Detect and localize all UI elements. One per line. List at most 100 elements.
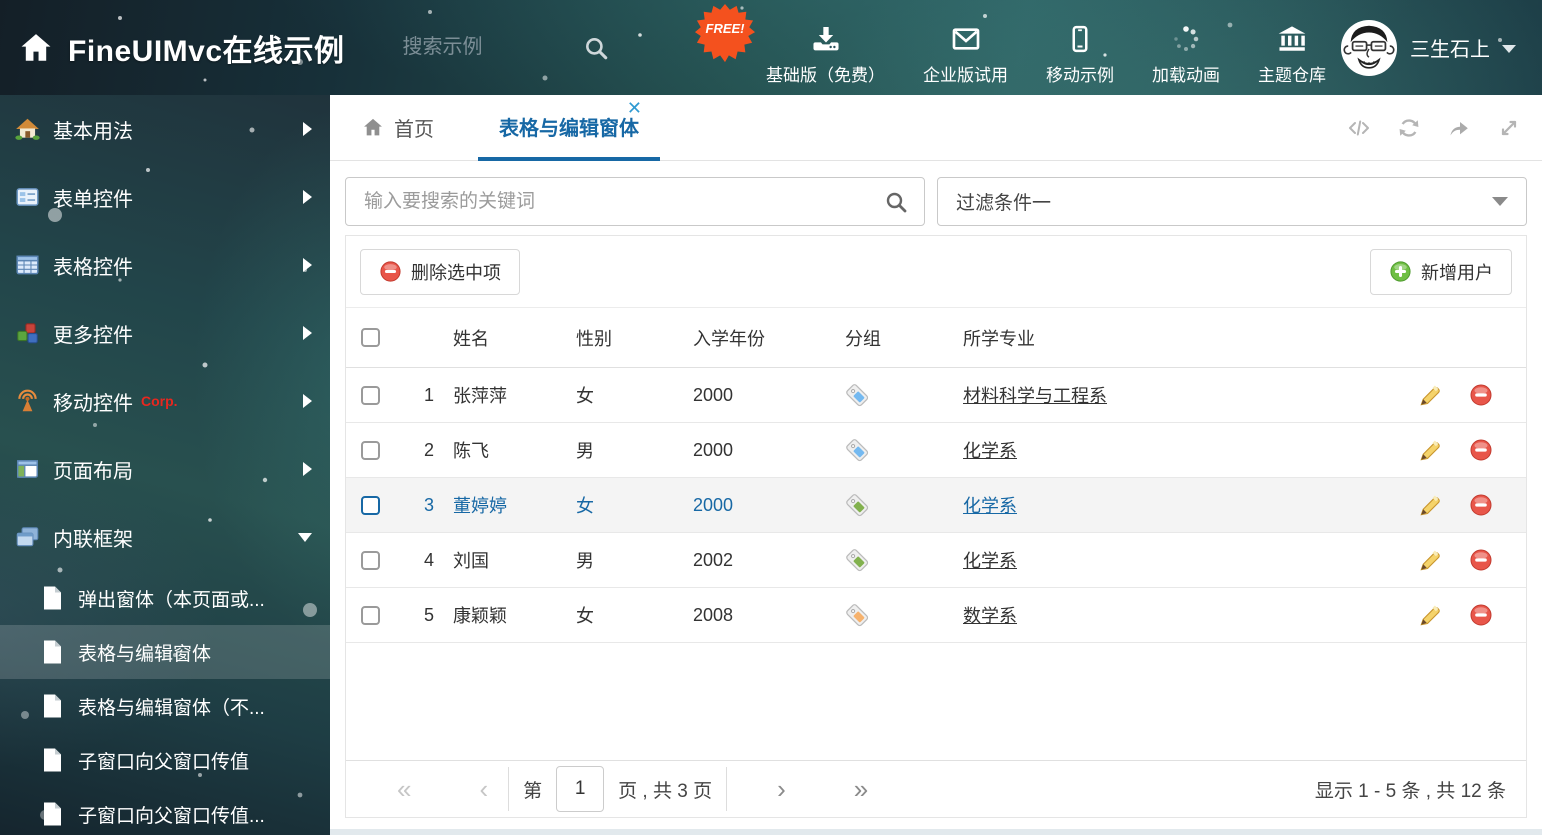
- add-user-button[interactable]: 新增用户: [1370, 248, 1512, 295]
- next-page-button[interactable]: ›: [771, 776, 792, 802]
- table-row[interactable]: 2 陈飞 男 2000 化学系: [346, 423, 1526, 478]
- row-checkbox[interactable]: [361, 605, 380, 625]
- select-all-checkbox[interactable]: [361, 328, 380, 347]
- edit-icon[interactable]: [1418, 493, 1443, 518]
- prev-page-button[interactable]: ‹: [473, 776, 494, 802]
- search-icon[interactable]: [583, 35, 609, 61]
- user-menu[interactable]: 三生石上: [1340, 19, 1542, 77]
- main-content: 首页 表格与编辑窗体 ✕ 输入要搜索的关键词 过滤条件一 删除选中项 新增用户 …: [330, 95, 1542, 835]
- mobile-icon: [1072, 25, 1088, 53]
- tag-icon: [846, 493, 869, 516]
- header-search-input[interactable]: [402, 36, 553, 59]
- nav-item-loading-animation[interactable]: 加载动画: [1152, 9, 1220, 86]
- sidebar-subitem-grid-edit-window-2[interactable]: 表格与编辑窗体（不...: [0, 679, 330, 733]
- major-link[interactable]: 化学系: [963, 496, 1017, 516]
- delete-icon[interactable]: [1469, 438, 1493, 462]
- fullscreen-icon[interactable]: [1496, 116, 1522, 140]
- sidebar-item-page-layout[interactable]: 页面布局: [0, 435, 330, 503]
- nav-item-mobile-demo[interactable]: 移动示例: [1046, 9, 1114, 86]
- sidebar-subitem-grid-edit-window[interactable]: 表格与编辑窗体: [0, 625, 330, 679]
- edit-icon[interactable]: [1418, 603, 1443, 628]
- dropdown-caret-icon: [1492, 197, 1508, 206]
- column-header-name[interactable]: 姓名: [434, 325, 574, 351]
- tab-home[interactable]: 首页: [362, 95, 434, 160]
- frames-icon: [16, 527, 39, 547]
- file-icon: [44, 586, 61, 610]
- tag-icon: [846, 603, 869, 626]
- row-number: 2: [423, 439, 434, 460]
- nav-item-basic-edition[interactable]: FREE! 基础版（免费）: [694, 3, 885, 86]
- cell-name: 刘国: [453, 551, 489, 571]
- view-source-icon[interactable]: [1346, 116, 1372, 140]
- major-link[interactable]: 数学系: [963, 606, 1017, 626]
- major-link[interactable]: 化学系: [963, 441, 1017, 461]
- page-suffix-label: 页 , 共 3 页: [618, 780, 713, 802]
- search-icon[interactable]: [884, 190, 908, 214]
- tab-grid-edit-window[interactable]: 表格与编辑窗体 ✕: [478, 95, 660, 161]
- sidebar-item-basic-usage[interactable]: 基本用法: [0, 95, 330, 163]
- table-row-selected[interactable]: 3 董婷婷 女 2000 化学系: [346, 478, 1526, 533]
- row-checkbox[interactable]: [361, 385, 380, 405]
- table-row[interactable]: 4 刘国 男 2002 化学系: [346, 533, 1526, 588]
- filter-dropdown[interactable]: 过滤条件一: [937, 177, 1527, 226]
- row-checkbox[interactable]: [361, 495, 380, 515]
- nav-label: 移动示例: [1046, 66, 1114, 85]
- user-grid-panel: 删除选中项 新增用户 姓名 性别 入学年份 分组 所学专业 1 张萍萍 女 20…: [345, 235, 1527, 818]
- envelope-icon: [952, 28, 979, 50]
- house-icon: [15, 118, 40, 140]
- grid-toolbar: 删除选中项 新增用户: [346, 236, 1526, 308]
- tab-tools: [1346, 95, 1522, 160]
- delete-icon[interactable]: [1469, 493, 1493, 517]
- home-logo-icon: [21, 33, 51, 61]
- table-row[interactable]: 5 康颖颖 女 2008 数学系: [346, 588, 1526, 643]
- edit-icon[interactable]: [1418, 438, 1443, 463]
- sidebar-subitem-child-to-parent[interactable]: 子窗口向父窗口传值: [0, 733, 330, 787]
- open-in-new-icon[interactable]: [1446, 116, 1472, 140]
- delete-icon[interactable]: [1469, 603, 1493, 627]
- nav-item-theme-repository[interactable]: 主题仓库: [1258, 9, 1326, 86]
- page-number-input[interactable]: [556, 766, 605, 812]
- row-checkbox[interactable]: [361, 550, 380, 570]
- grid-empty-area: [346, 643, 1526, 760]
- minus-circle-icon: [380, 261, 401, 282]
- cell-year: 2008: [693, 604, 734, 625]
- sidebar-subitem-popup-window[interactable]: 弹出窗体（本页面或...: [0, 571, 330, 625]
- download-icon: [812, 27, 839, 51]
- column-header-gender[interactable]: 性别: [574, 325, 691, 351]
- plus-circle-icon: [1390, 261, 1411, 282]
- tab-close-icon[interactable]: ✕: [627, 99, 642, 117]
- first-page-button[interactable]: «: [391, 776, 417, 802]
- delete-selected-button[interactable]: 删除选中项: [360, 248, 520, 295]
- sidebar-item-more-controls[interactable]: 更多控件: [0, 299, 330, 367]
- sidebar-subitem-child-to-parent-2[interactable]: 子窗口向父窗口传值...: [0, 787, 330, 835]
- refresh-icon[interactable]: [1396, 116, 1422, 140]
- delete-icon[interactable]: [1469, 548, 1493, 572]
- cell-gender: 男: [576, 551, 594, 571]
- edit-icon[interactable]: [1418, 548, 1443, 573]
- grid-header-row: 姓名 性别 入学年份 分组 所学专业: [346, 308, 1526, 368]
- page-prefix-label: 第: [523, 780, 543, 802]
- last-page-button[interactable]: »: [848, 776, 874, 802]
- column-header-year[interactable]: 入学年份: [691, 325, 844, 351]
- keyword-search-input[interactable]: [346, 190, 884, 213]
- sidebar-item-form-controls[interactable]: 表单控件: [0, 163, 330, 231]
- row-checkbox[interactable]: [361, 440, 380, 460]
- expand-arrow-icon: [303, 258, 312, 272]
- table-row[interactable]: 1 张萍萍 女 2000 材料科学与工程系: [346, 368, 1526, 423]
- column-header-group[interactable]: 分组: [844, 325, 961, 351]
- column-header-major[interactable]: 所学专业: [961, 325, 1391, 351]
- delete-icon[interactable]: [1469, 383, 1493, 407]
- file-icon: [44, 694, 61, 718]
- major-link[interactable]: 化学系: [963, 551, 1017, 571]
- brand[interactable]: FineUIMvc在线示例: [0, 26, 345, 70]
- row-number: 3: [423, 494, 434, 515]
- major-link[interactable]: 材料科学与工程系: [963, 386, 1107, 406]
- tag-icon: [846, 383, 869, 406]
- cell-name: 康颖颖: [453, 606, 507, 626]
- sidebar-item-mobile-controls[interactable]: 移动控件 Corp.: [0, 367, 330, 435]
- pagination-bar: « ‹ 第 页 , 共 3 页 › » 显示 1 - 5 条 , 共 12 条: [346, 760, 1526, 817]
- nav-item-enterprise-trial[interactable]: 企业版试用: [923, 9, 1008, 86]
- sidebar-item-grid-controls[interactable]: 表格控件: [0, 231, 330, 299]
- sidebar-item-inline-frames[interactable]: 内联框架: [0, 503, 330, 571]
- edit-icon[interactable]: [1418, 383, 1443, 408]
